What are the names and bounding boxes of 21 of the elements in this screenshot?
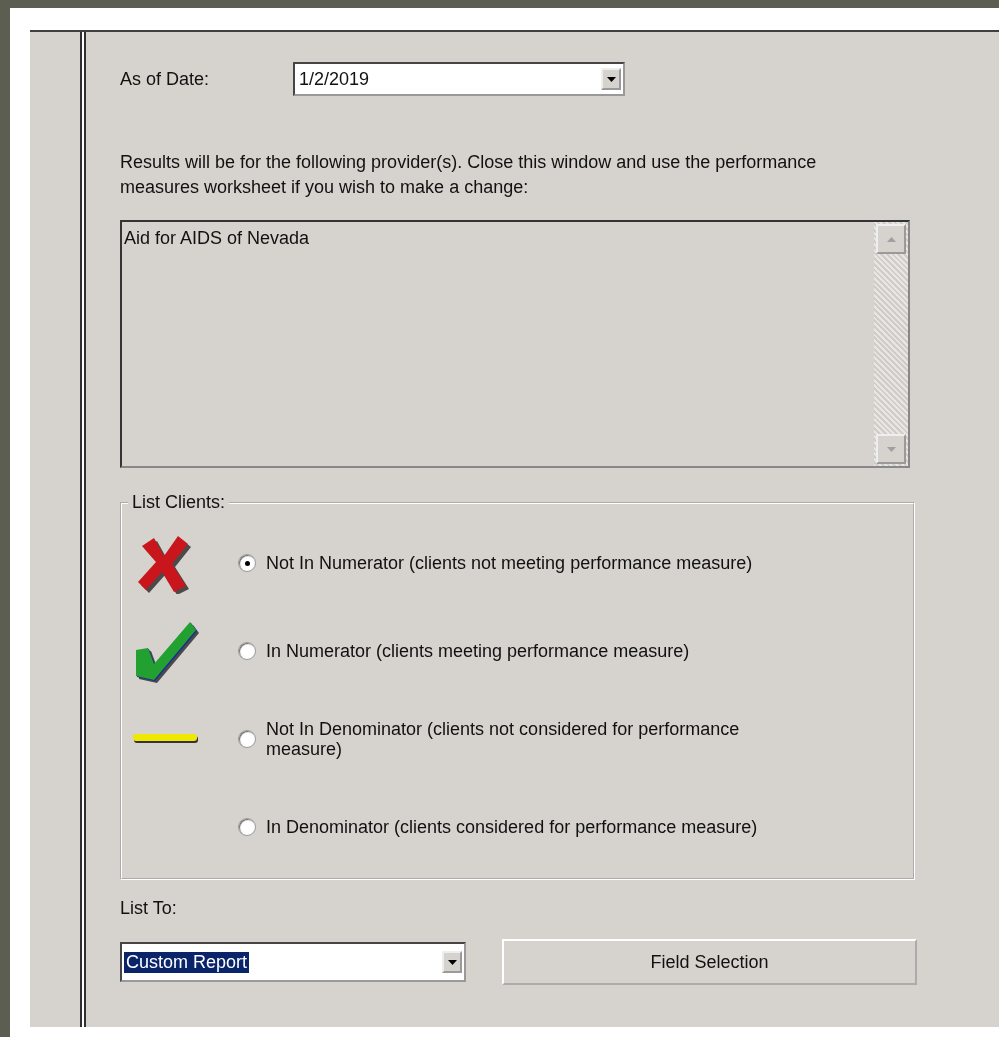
date-label: As of Date: — [120, 68, 211, 90]
list-to-dropdown[interactable]: Custom Report — [120, 942, 466, 982]
provider-item[interactable]: Aid for AIDS of Nevada — [124, 228, 872, 249]
provider-note: Results will be for the following provider(s). Close this window and use the performance measures worksheet if you wish to make a change: — [120, 151, 818, 199]
radio-button[interactable] — [238, 554, 256, 572]
radio-button[interactable] — [238, 730, 256, 748]
list-to-label: List To: — [120, 898, 178, 919]
provider-list[interactable]: Aid for AIDS of Nevada — [120, 220, 910, 468]
option-label[interactable]: Not In Numerator (clients not meeting performance measure) — [266, 553, 806, 573]
scroll-down-icon[interactable] — [876, 434, 906, 464]
dash-icon — [132, 733, 200, 745]
group-legend: List Clients: — [128, 492, 230, 513]
option-label[interactable]: In Denominator (clients considered for performance measure) — [266, 817, 806, 837]
option-label[interactable]: In Numerator (clients meeting performance measure) — [266, 641, 806, 661]
field-selection-button[interactable]: Field Selection — [502, 939, 917, 985]
radio-button[interactable] — [238, 642, 256, 660]
scrollbar[interactable] — [874, 222, 908, 466]
option-label[interactable]: Not In Denominator (clients not considered for performance measure) — [266, 719, 806, 759]
date-dropdown[interactable]: 1/2/2019 — [293, 62, 625, 96]
radio-button[interactable] — [238, 818, 256, 836]
scroll-up-icon[interactable] — [876, 224, 906, 254]
